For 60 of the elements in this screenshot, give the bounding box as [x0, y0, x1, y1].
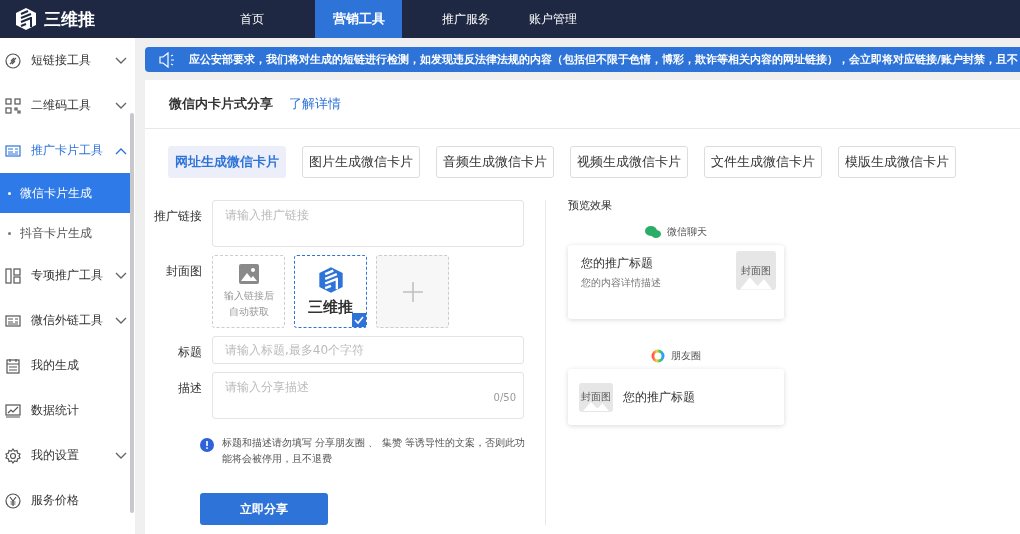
sidebar-subitem[interactable]: 微信卡片生成	[0, 173, 130, 213]
sidebar-item[interactable]: 数据统计	[0, 388, 135, 433]
scrollbar[interactable]	[130, 113, 134, 513]
nav-tab[interactable]: 账户管理	[509, 0, 596, 38]
sidebar-item[interactable]: 我的生成	[0, 343, 135, 388]
cover-option[interactable]: 三维推	[294, 255, 367, 328]
check-icon	[352, 313, 366, 327]
chevron-down-icon	[115, 271, 127, 280]
hint-text: 标题和描述请勿填写 分享朋友圈 、 集赞 等诱导性的文案，否则此功能将会被停用，且不退费	[222, 436, 526, 466]
share-button[interactable]: 立即分享	[200, 493, 328, 525]
card-type-tab[interactable]: 模版生成微信卡片	[838, 146, 956, 178]
cube-logo-icon	[14, 7, 38, 31]
card-description: 您的内容详情描述	[581, 276, 661, 290]
chevron-down-icon	[115, 101, 127, 110]
field-label: 封面图	[165, 263, 202, 280]
cube-logo-icon	[316, 266, 345, 294]
sidebar-item[interactable]: 专项推广工具	[0, 253, 135, 298]
plus-icon	[402, 281, 423, 302]
cover-thumbnail: 封面图	[736, 251, 776, 290]
chat-bubbles-icon	[645, 225, 661, 239]
card-title: 您的推广标题	[623, 388, 695, 406]
character-counter: 0/50	[493, 392, 516, 403]
speaker-icon	[159, 51, 177, 68]
title-field[interactable]: 请输入标题,最多40个字符	[212, 336, 524, 364]
chevron-up-icon	[115, 146, 127, 155]
chevron-down-icon	[115, 56, 127, 65]
sidebar-subitem[interactable]: 抖音卡片生成	[0, 213, 135, 253]
field-label: 标题	[177, 344, 202, 361]
preview-label: 朋友圈	[671, 349, 701, 363]
chevron-down-icon	[115, 451, 127, 460]
preview-title: 预览效果	[568, 198, 613, 213]
image-icon	[238, 263, 259, 284]
colorful-ring-icon	[651, 349, 665, 363]
page-title: 微信内卡片式分享	[169, 95, 273, 113]
sidebar-item[interactable]: 我的设置	[0, 433, 135, 478]
notice-text: 应公安部要求，我们将对生成的短链进行检测，如发现违反法律法规的内容（包括但不限于色情，博彩，欺诈等相关内容的网址链接），会立即将对应链接/账户封禁，且不	[189, 52, 1018, 67]
info-icon	[200, 438, 214, 452]
nav-tab[interactable]: 推广服务	[422, 0, 509, 38]
details-link[interactable]: 了解详情	[289, 95, 341, 113]
field-label: 描述	[177, 380, 202, 397]
preview-label: 微信聊天	[667, 225, 707, 239]
card-type-tab[interactable]: 视频生成微信卡片	[570, 146, 688, 178]
cover-thumbnail: 封面图	[579, 382, 613, 412]
sidebar-item[interactable]: 微信外链工具	[0, 298, 135, 343]
sidebar-item[interactable]: 服务价格	[0, 478, 135, 523]
chevron-down-icon	[115, 316, 127, 325]
brand-name: 三维推	[44, 7, 95, 31]
field-label: 推广链接	[153, 208, 202, 225]
sidebar-item[interactable]: 短链接工具	[0, 38, 135, 83]
card-title: 您的推广标题	[581, 255, 654, 272]
card-type-tab[interactable]: 文件生成微信卡片	[704, 146, 822, 178]
sidebar-item[interactable]: 二维码工具	[0, 83, 135, 128]
sidebar-item[interactable]: 推广卡片工具	[0, 128, 135, 173]
card-type-tab[interactable]: 网址生成微信卡片	[168, 146, 286, 178]
card-type-tab[interactable]: 图片生成微信卡片	[302, 146, 420, 178]
nav-tab[interactable]: 营销工具	[315, 0, 402, 38]
link-field[interactable]: 请输入推广链接	[212, 200, 524, 247]
add-cover-button[interactable]	[376, 255, 449, 328]
card-type-tab[interactable]: 音频生成微信卡片	[436, 146, 554, 178]
nav-tab[interactable]: 首页	[208, 0, 295, 38]
